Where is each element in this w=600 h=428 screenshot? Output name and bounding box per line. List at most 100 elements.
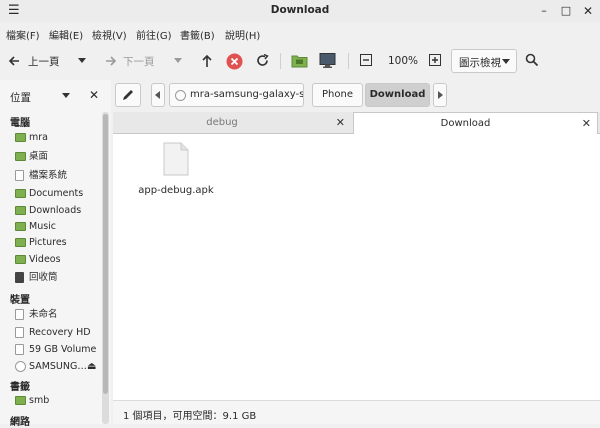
section-bookmarks: 書籤 [10,382,30,393]
section-network: 網路 [10,417,30,428]
minimize-icon[interactable]: – [536,3,552,19]
section-computer: 電腦 [10,118,30,129]
menu-help[interactable]: 說明(H) [225,27,260,42]
file-view[interactable]: app-debug.apk [113,134,600,400]
menu-file[interactable]: 檔案(F) [6,27,40,42]
trash-icon [15,272,24,283]
folder-icon [15,222,26,231]
path-scroll-left[interactable] [151,83,165,107]
sidebar-scrollbar[interactable] [102,112,109,424]
file-icon [163,142,189,176]
zoom-out-icon [360,54,372,66]
crumb-phone[interactable]: Phone [312,83,363,107]
drive-icon [15,170,24,181]
close-icon[interactable]: ✕ [580,3,596,19]
toolbar: 上一頁 下一頁 100% 圖示檢視 [0,44,600,78]
status-bar: 1 個項目，可用空間：9.1 GB [113,400,600,424]
toolbar-separator [280,53,281,69]
search-icon [525,53,539,67]
tab-download[interactable]: Download ✕ [353,112,598,134]
crumb-device[interactable]: mra-samsung-galaxy-s5 [169,83,304,107]
arrow-right-icon [106,56,117,66]
maximize-icon[interactable]: □ [558,3,574,19]
sidebar-item-label: Recovery HD [29,327,91,338]
window-title: Download [270,4,330,16]
sidebar-item-label: 回收筒 [29,272,58,283]
scrollbar-thumb[interactable] [103,114,108,394]
open-folder-button[interactable] [291,53,308,73]
zoom-level: 100% [388,55,419,67]
chevron-down-icon [502,59,510,64]
chevron-left-icon [155,91,160,99]
path-bar: mra-samsung-galaxy-s5 Phone Download [113,80,600,110]
chevron-down-icon [174,58,182,63]
menu-go[interactable]: 前往(G) [136,27,172,42]
path-scroll-right[interactable] [433,83,447,107]
edit-path-button[interactable] [115,83,141,107]
folder-icon [15,255,26,264]
crumb-label: mra-samsung-galaxy-s5 [190,89,304,100]
arrow-up-icon [202,54,212,67]
zoom-in-icon [429,54,441,66]
sidebar-item-label: 檔案系統 [29,170,68,181]
crumb-label: Download [369,89,426,100]
folder-icon [15,152,26,161]
folder-icon [15,396,26,405]
reload-button[interactable] [255,53,270,73]
tab-bar: debug ✕ Download ✕ [113,112,600,134]
tab-debug[interactable]: debug ✕ [113,112,351,134]
chevron-down-icon [78,58,86,63]
folder-icon [15,189,26,198]
menu-edit[interactable]: 編輯(E) [49,27,83,42]
sidebar-item-label: Music [29,221,57,232]
stop-button[interactable] [226,53,243,73]
sidebar: 位置 ✕ 電腦 mra 桌面 檔案系統 Documents Downloads … [0,80,111,428]
sidebar-item-label: mra [29,132,48,143]
close-tab-icon[interactable]: ✕ [582,113,591,135]
search-button[interactable] [525,53,539,73]
crumb-download[interactable]: Download [365,83,430,107]
sidebar-item-label: 桌面 [29,151,49,162]
menu-view[interactable]: 檢視(V) [92,27,127,42]
menu-bar: 檔案(F) 編輯(E) 檢視(V) 前往(G) 書籤(B) 說明(H) [0,22,600,44]
sidebar-item-label: Documents [29,188,84,199]
sidebar-item-label: Pictures [29,237,67,248]
sidebar-mode-dropdown[interactable] [62,93,70,98]
close-tab-icon[interactable]: ✕ [336,112,345,134]
folder-icon [15,238,26,247]
sidebar-item-label: 59 GB Volume [29,344,97,355]
folder-icon [15,206,26,215]
back-history-dropdown[interactable] [78,58,86,78]
zoom-out-button[interactable] [360,54,372,74]
tab-label: debug [206,117,238,128]
drive-icon [15,344,24,355]
drive-icon [15,309,24,320]
forward-history-dropdown[interactable] [174,58,182,78]
sidebar-item-label: Downloads [29,205,82,216]
eject-icon[interactable]: ⏏ [87,360,96,374]
stop-icon [226,53,243,70]
sidebar-item-label: 未命名 [29,309,58,320]
phone-icon [15,361,26,372]
close-sidebar-icon[interactable]: ✕ [89,88,99,102]
sidebar-item-label: Videos [29,254,61,265]
back-label: 上一頁 [28,56,60,68]
sidebar-item-label: smb [29,395,50,406]
terminal-button[interactable] [319,52,336,72]
folder-icon [15,133,26,142]
chevron-right-icon [438,91,443,99]
toolbar-separator [348,53,349,69]
pencil-icon [123,90,133,100]
arrow-left-icon [8,56,19,66]
monitor-icon [319,53,336,68]
tab-label: Download [440,118,491,129]
up-button[interactable] [201,52,213,72]
view-mode-select[interactable]: 圖示檢視 [451,49,517,73]
status-text: 1 個項目，可用空間：9.1 GB [123,411,257,422]
zoom-in-button[interactable] [429,54,441,74]
sidebar-item-label: SAMSUNG… [29,361,87,372]
drive-icon [15,327,24,338]
menu-bookmarks[interactable]: 書籤(B) [180,27,215,42]
file-name: app-debug.apk [138,185,214,196]
section-devices: 裝置 [10,295,30,306]
